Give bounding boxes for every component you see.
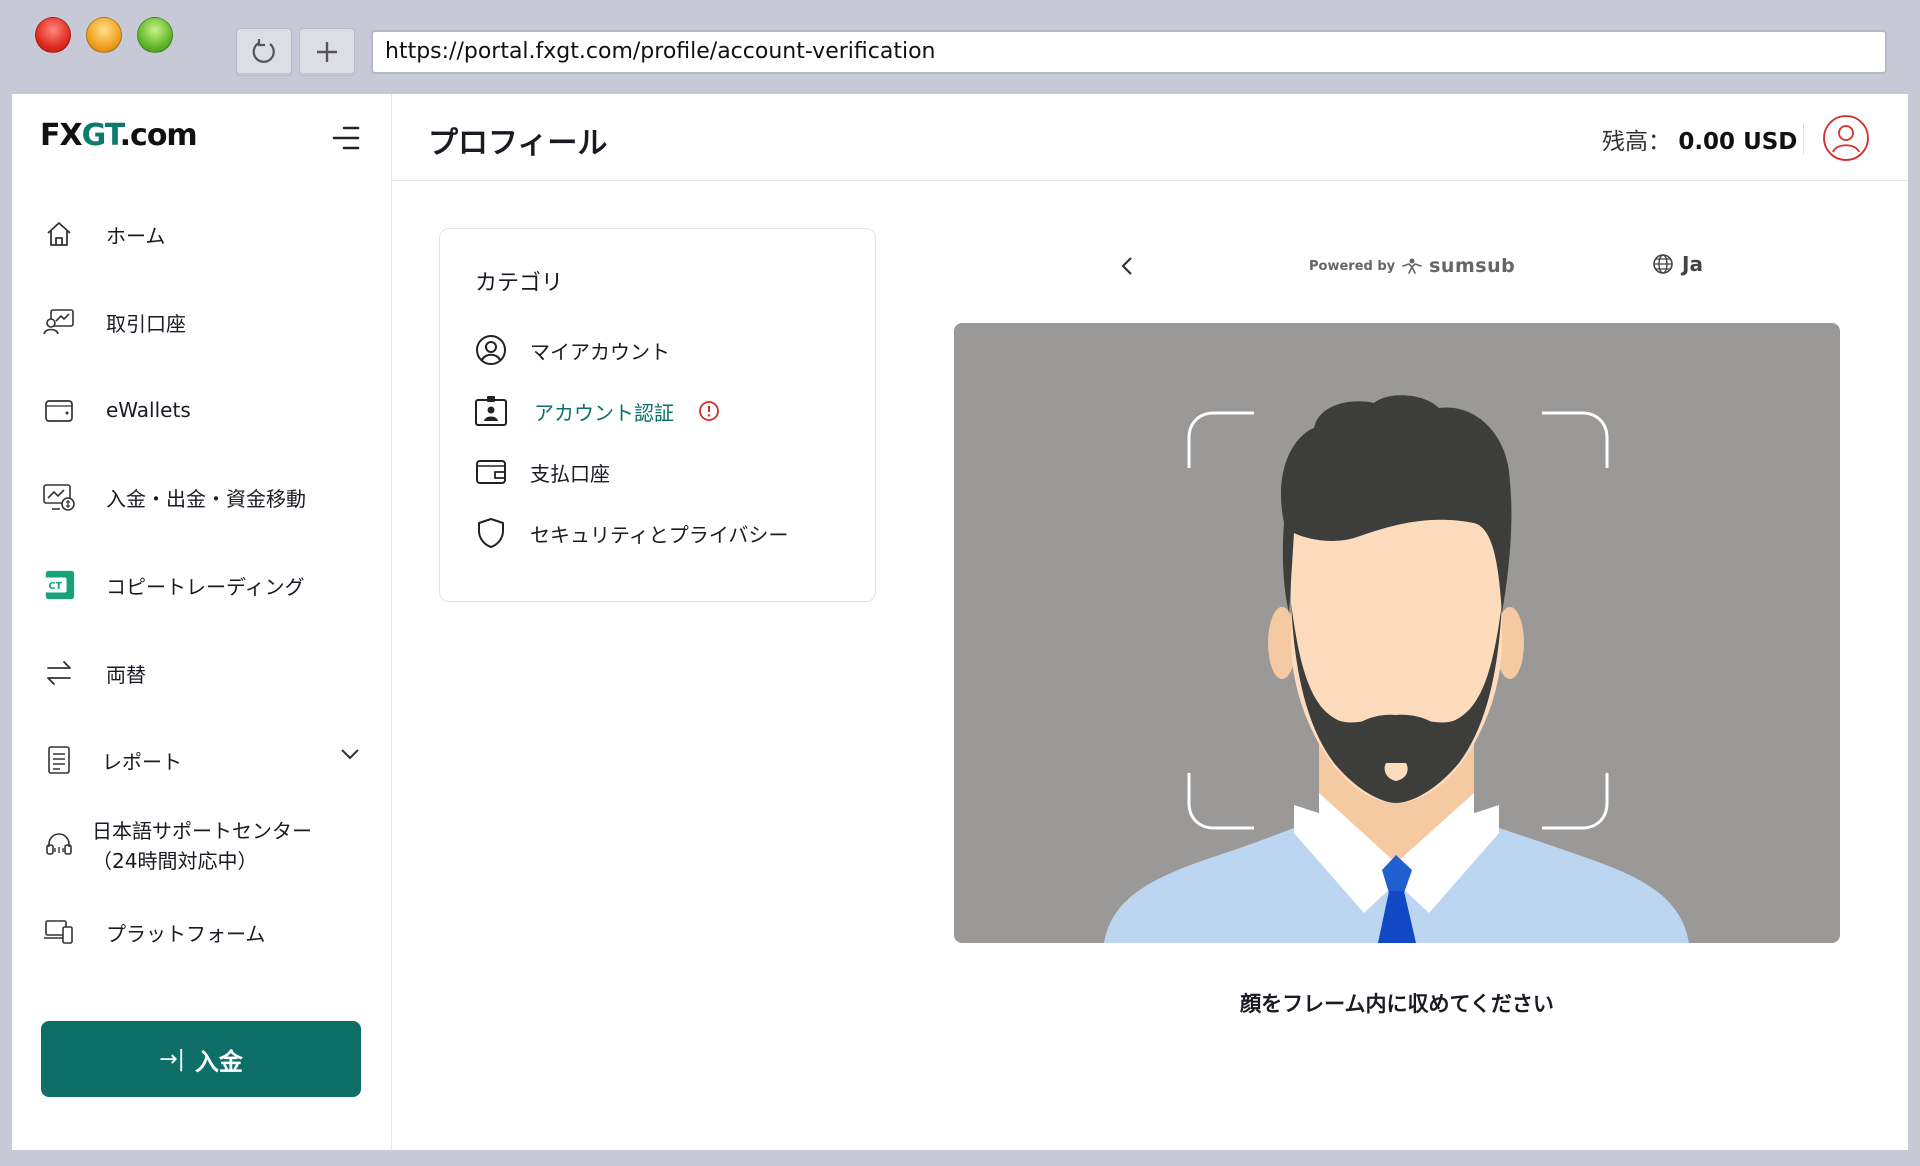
copy-trading-badge: CT: [49, 581, 63, 592]
menu-toggle-button[interactable]: [330, 122, 362, 154]
home-icon: [42, 217, 76, 251]
id-card-icon: [474, 394, 508, 428]
sumsub-logo-icon: [1402, 258, 1422, 274]
sidebar: FXGT.com ホーム 取引口座 eWallets 入金・出金・資金移動 CT…: [12, 94, 392, 1150]
category-item-payment-account[interactable]: 支払口座: [474, 455, 610, 489]
sidebar-item-platform[interactable]: プラットフォーム: [42, 912, 265, 952]
reload-button[interactable]: [236, 28, 292, 76]
funds-transfer-icon: [42, 480, 76, 514]
category-item-label: セキュリティとプライバシー: [530, 522, 789, 547]
face-instruction-text: 顔をフレーム内に収めてください: [1240, 992, 1554, 1016]
sidebar-item-support[interactable]: 日本語サポートセンター （24時間対応中）: [42, 816, 312, 876]
window-close-button[interactable]: [35, 17, 71, 53]
login-arrow-icon: →|: [159, 1046, 185, 1072]
sidebar-item-label: eWallets: [106, 398, 191, 422]
address-bar[interactable]: https://portal.fxgt.com/profile/account-…: [371, 30, 1887, 74]
sidebar-item-report[interactable]: レポート: [42, 740, 182, 780]
sidebar-item-home[interactable]: ホーム: [42, 214, 165, 254]
category-item-label: マイアカウント: [530, 339, 670, 364]
platform-icon: [42, 915, 76, 949]
sidebar-item-ewallets[interactable]: eWallets: [42, 390, 191, 430]
balance-display: 残高： 0.00 USD: [1602, 122, 1797, 156]
report-icon: [42, 743, 76, 777]
balance-value: 0.00 USD: [1678, 129, 1798, 155]
face-placeholder-illustration: [1104, 395, 1689, 943]
reload-icon: [252, 39, 275, 63]
top-bar: プロフィール 残高： 0.00 USD: [392, 94, 1908, 181]
warning-icon: [699, 401, 719, 421]
globe-icon: [1653, 254, 1673, 274]
sidebar-item-trading-account[interactable]: 取引口座: [42, 302, 186, 342]
sidebar-item-label: 両替: [106, 662, 146, 687]
sidebar-item-label: コピートレーディング: [106, 574, 305, 599]
sidebar-item-label: 取引口座: [106, 311, 186, 336]
chevron-left-icon: [1121, 257, 1132, 275]
divider: [1803, 124, 1804, 154]
sidebar-item-copy-trading[interactable]: CT コピートレーディング: [42, 565, 305, 605]
sidebar-item-label: レポート: [102, 749, 182, 774]
powered-by-label: Powered by: [1309, 258, 1396, 274]
balance-label: 残高：: [1602, 129, 1671, 155]
category-item-label: アカウント認証: [534, 400, 674, 425]
sidebar-item-label: プラットフォーム: [106, 921, 266, 946]
sumsub-brand: sumsub: [1429, 255, 1516, 277]
fxgt-logo[interactable]: FXGT.com: [40, 118, 198, 153]
logo-text-com: .com: [119, 118, 198, 153]
exchange-icon: [42, 656, 76, 690]
copy-trading-icon: CT: [42, 568, 76, 602]
language-label: Ja: [1682, 252, 1703, 276]
window-maximize-button[interactable]: [137, 17, 173, 53]
chevron-down-icon: [341, 749, 359, 760]
plus-icon: [317, 42, 337, 62]
deposit-label: 入金: [194, 1047, 243, 1076]
user-avatar-icon: [1823, 115, 1869, 161]
menu-icon: [332, 126, 360, 150]
language-selector[interactable]: Ja: [1652, 252, 1703, 276]
category-card: カテゴリ マイアカウント アカウント認証 支払口座 セキュリティとプライバシー: [439, 228, 876, 602]
sidebar-item-label: 日本語サポートセンター （24時間対応中）: [92, 816, 312, 876]
category-item-label: 支払口座: [530, 461, 610, 486]
wallet-icon: [474, 455, 508, 489]
sidebar-item-exchange[interactable]: 両替: [42, 653, 146, 693]
headset-icon: [42, 828, 76, 862]
powered-by-sumsub: Powered by sumsub: [1309, 255, 1515, 277]
support-label-line2: （24時間対応中）: [92, 849, 258, 873]
support-label-line1: 日本語サポートセンター: [92, 819, 312, 843]
logo-text-fx: FX: [40, 118, 83, 153]
back-button[interactable]: [1117, 254, 1137, 282]
logo-text-gt: GT: [81, 118, 121, 153]
sidebar-item-label: 入金・出金・資金移動: [106, 486, 306, 511]
sidebar-item-label: ホーム: [106, 223, 166, 248]
category-item-account-verification[interactable]: アカウント認証: [474, 394, 720, 428]
shield-icon: [474, 516, 508, 550]
page-title: プロフィール: [428, 126, 608, 161]
user-avatar-button[interactable]: [1822, 114, 1870, 162]
trading-account-icon: [42, 305, 76, 339]
user-circle-icon: [474, 333, 508, 367]
wallet-icon: [42, 393, 76, 427]
category-item-security[interactable]: セキュリティとプライバシー: [474, 516, 788, 550]
app-window: FXGT.com ホーム 取引口座 eWallets 入金・出金・資金移動 CT…: [12, 94, 1908, 1150]
category-title: カテゴリ: [475, 271, 564, 296]
deposit-button[interactable]: →| 入金: [41, 1021, 361, 1097]
main-content: プロフィール 残高： 0.00 USD カテゴリ マイアカウント アカウント認証…: [392, 94, 1908, 1150]
category-item-my-account[interactable]: マイアカウント: [474, 333, 670, 367]
camera-preview: [954, 323, 1840, 943]
new-tab-button[interactable]: [299, 28, 355, 76]
report-expand-button[interactable]: [339, 746, 361, 765]
sidebar-item-funds[interactable]: 入金・出金・資金移動: [42, 477, 306, 517]
window-minimize-button[interactable]: [86, 17, 122, 53]
